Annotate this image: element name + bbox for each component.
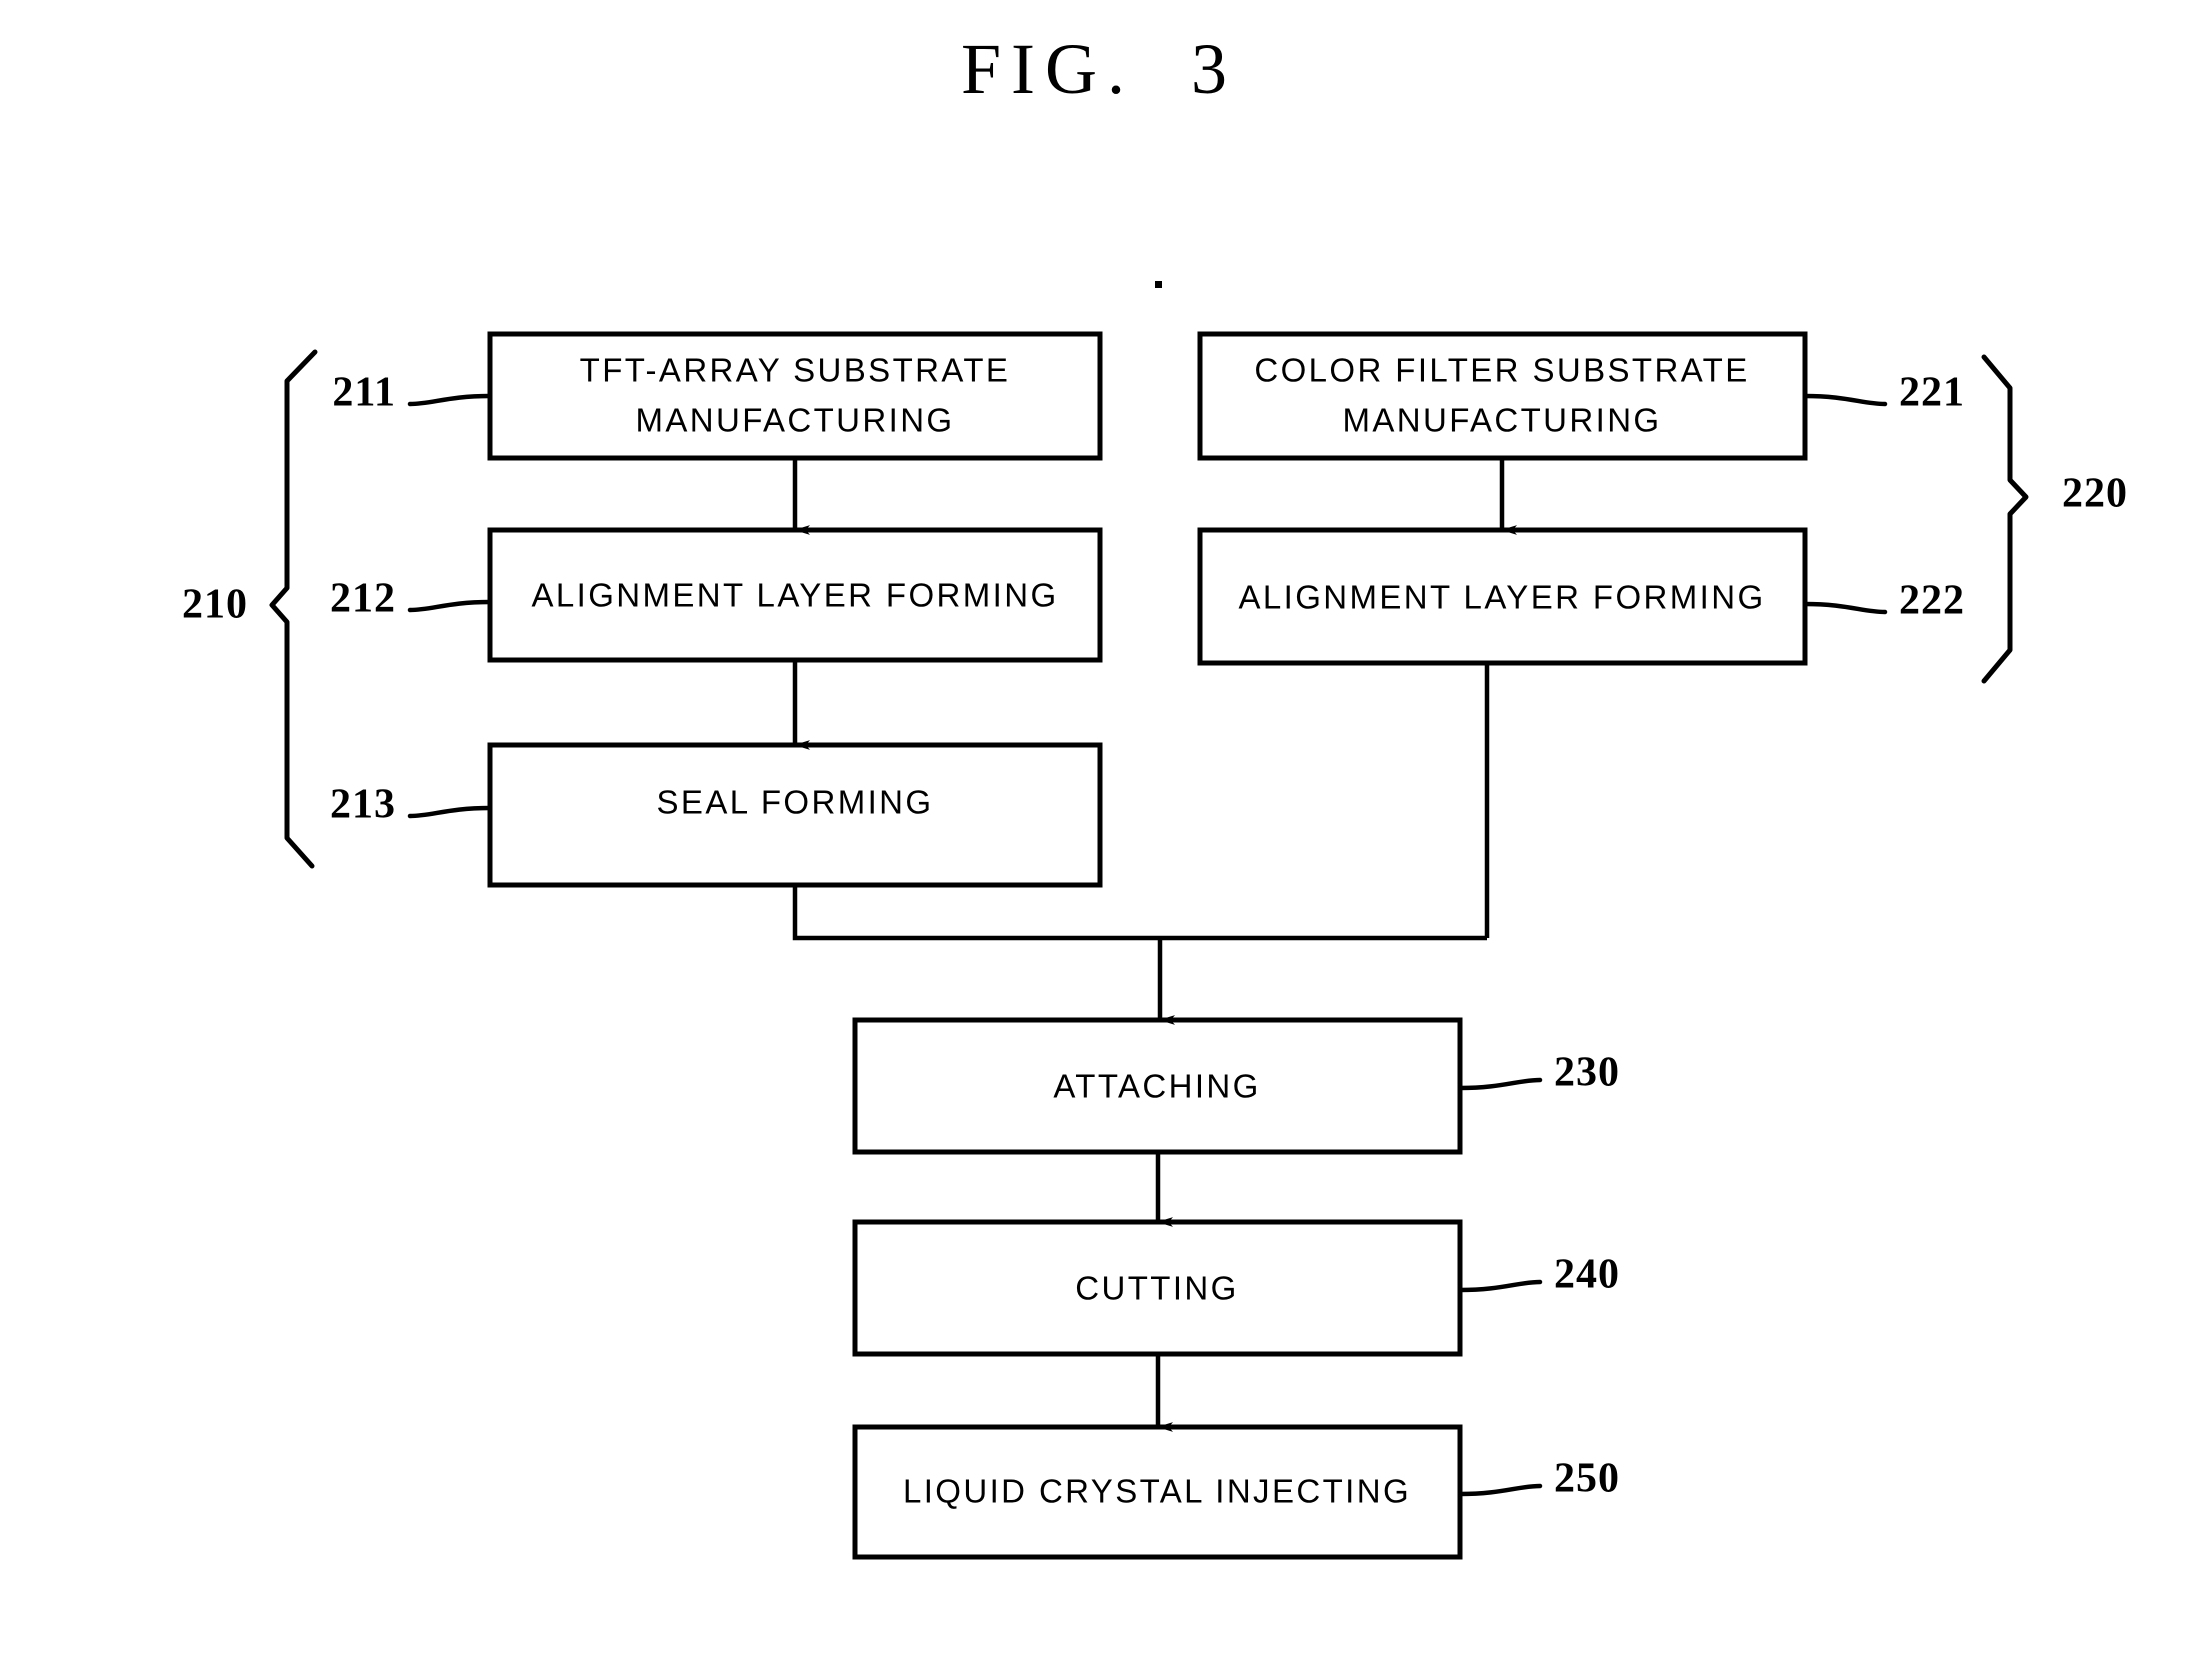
process-box-222[interactable]: ALIGNMENT LAYER FORMING — [1197, 527, 1808, 666]
brace-left-group — [269, 349, 318, 869]
process-box-230[interactable]: ATTACHING — [852, 1017, 1463, 1155]
leader-line-211 — [407, 393, 493, 407]
process-box-221[interactable]: COLOR FILTER SUBSTRATE MANUFACTURING — [1197, 331, 1808, 461]
process-box-212[interactable]: ALIGNMENT LAYER FORMING — [487, 527, 1103, 663]
patent-figure: FIG. 3 210 220 TFT-ARRAY SUBSTRATE MANUF… — [0, 0, 2198, 1679]
box-label-211-line2: MANUFACTURING — [635, 402, 954, 439]
brace-right-group — [1981, 354, 2029, 684]
process-box-211[interactable]: TFT-ARRAY SUBSTRATE MANUFACTURING — [487, 331, 1103, 461]
connector-213-to-merge — [792, 885, 1487, 941]
box-label-213-line1: SEAL FORMING — [657, 784, 934, 821]
ref-label-210: 210 — [182, 582, 248, 628]
ref-label-250: 250 — [1554, 1456, 1620, 1502]
ref-label-240: 240 — [1554, 1252, 1620, 1298]
leader-line-221 — [1802, 393, 1888, 407]
leader-line-222 — [1802, 601, 1888, 615]
box-label-250-line1: LIQUID CRYSTAL INJECTING — [903, 1473, 1411, 1510]
box-label-212-line1: ALIGNMENT LAYER FORMING — [531, 577, 1058, 614]
scan-speck — [1155, 281, 1162, 288]
process-box-213[interactable]: SEAL FORMING — [487, 742, 1103, 888]
ref-label-221: 221 — [1899, 370, 1965, 416]
box-label-222-line1: ALIGNMENT LAYER FORMING — [1238, 579, 1765, 616]
process-box-250[interactable]: LIQUID CRYSTAL INJECTING — [852, 1424, 1463, 1560]
box-label-240-line1: CUTTING — [1075, 1270, 1238, 1307]
leader-line-230 — [1457, 1077, 1543, 1091]
ref-label-213: 213 — [330, 782, 396, 828]
box-label-221-line1: COLOR FILTER SUBSTRATE — [1254, 352, 1749, 389]
box-label-211-line1: TFT-ARRAY SUBSTRATE — [580, 352, 1011, 389]
ref-label-230: 230 — [1554, 1050, 1620, 1096]
ref-label-222: 222 — [1899, 578, 1965, 624]
box-label-230-line1: ATTACHING — [1053, 1068, 1260, 1105]
leader-line-212 — [407, 599, 493, 613]
leader-line-213 — [407, 805, 493, 819]
leader-line-240 — [1457, 1279, 1543, 1293]
box-label-221-line2: MANUFACTURING — [1342, 402, 1661, 439]
flowchart-canvas: 210 220 TFT-ARRAY SUBSTRATE MANUFACTURIN… — [182, 281, 2128, 1560]
process-box-240[interactable]: CUTTING — [852, 1219, 1463, 1357]
ref-label-212: 212 — [330, 576, 396, 622]
ref-label-211: 211 — [332, 370, 396, 416]
ref-label-220: 220 — [2062, 471, 2128, 517]
leader-line-250 — [1457, 1483, 1543, 1497]
